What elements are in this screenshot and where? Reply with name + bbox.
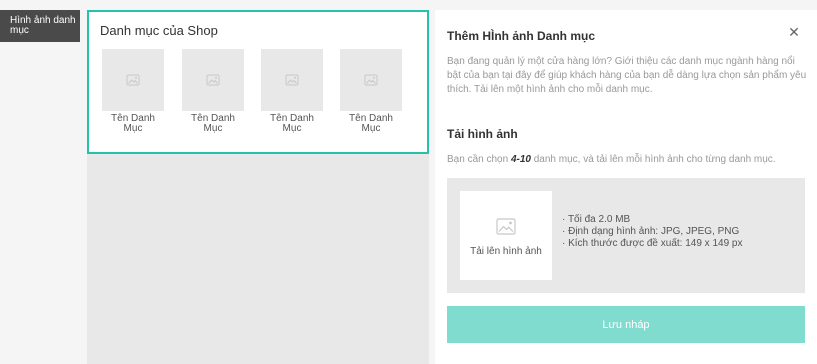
content-placeholder-area: [87, 154, 429, 364]
upload-section-title: Tải hình ảnh: [447, 127, 518, 141]
upload-image-button[interactable]: Tải lên hình ảnh: [460, 191, 552, 280]
category-name: Tên Danh Mục: [191, 113, 235, 134]
upload-area: Tải lên hình ảnh Tối đa 2.0 MB Định dạng…: [447, 178, 805, 293]
upload-rule-dimensions: Kích thước được đề xuất: 149 x 149 px: [562, 238, 742, 250]
category-name: Tên Danh Mục: [349, 113, 393, 134]
panel-intro-text: Bạn đang quản lý một cửa hàng lớn? Giới …: [447, 56, 807, 95]
category-name: Tên Danh Mục: [111, 113, 155, 134]
upload-note-prefix: Bạn cần chọn: [447, 154, 511, 165]
page: Hình ảnh danh mục Danh mục của Shop Tên …: [0, 0, 817, 364]
upload-note-count: 4-10: [510, 154, 531, 165]
upload-requirement-note: Bạn cần chọn 4-10 danh mục, và tải lên m…: [447, 153, 807, 166]
category-editor[interactable]: Danh mục của Shop Tên Danh Mục Tên Danh …: [87, 10, 429, 154]
add-category-image-panel: Thêm HÌnh ảnh Danh mục ✕ Bạn đang quản l…: [435, 10, 817, 364]
category-item[interactable]: Tên Danh Mục: [102, 49, 164, 134]
category-image[interactable]: [102, 49, 164, 111]
upload-rule-format: Định dạng hình ảnh: JPG, JPEG, PNG: [562, 226, 742, 238]
close-icon[interactable]: ✕: [787, 25, 801, 39]
category-image[interactable]: [182, 49, 244, 111]
editor-title: Danh mục của Shop: [100, 23, 218, 38]
section-tag: Hình ảnh danh mục: [0, 10, 80, 42]
category-image[interactable]: [340, 49, 402, 111]
image-placeholder-icon: [206, 74, 220, 86]
category-image[interactable]: [261, 49, 323, 111]
category-item[interactable]: Tên Danh Mục: [182, 49, 244, 134]
image-placeholder-icon: [126, 74, 140, 86]
image-placeholder-icon: [285, 74, 299, 86]
upload-rules-list: Tối đa 2.0 MB Định dạng hình ảnh: JPG, J…: [562, 214, 743, 250]
image-placeholder-icon: [364, 74, 378, 86]
category-item[interactable]: Tên Danh Mục: [340, 49, 402, 134]
panel-title: Thêm HÌnh ảnh Danh mục: [447, 29, 596, 43]
category-name: Tên Danh Mục: [270, 113, 314, 134]
upload-button-label: Tải lên hình ảnh: [470, 246, 542, 257]
category-item[interactable]: Tên Danh Mục: [261, 49, 323, 134]
upload-rule-size: Tối đa 2.0 MB: [562, 214, 742, 226]
save-draft-button[interactable]: Lưu nháp: [447, 306, 805, 343]
upload-note-suffix: danh mục, và tải lên mỗi hình ảnh cho từ…: [530, 154, 776, 165]
image-placeholder-icon: [496, 218, 516, 235]
section-tag-label: Hình ảnh danh mục: [10, 15, 76, 36]
